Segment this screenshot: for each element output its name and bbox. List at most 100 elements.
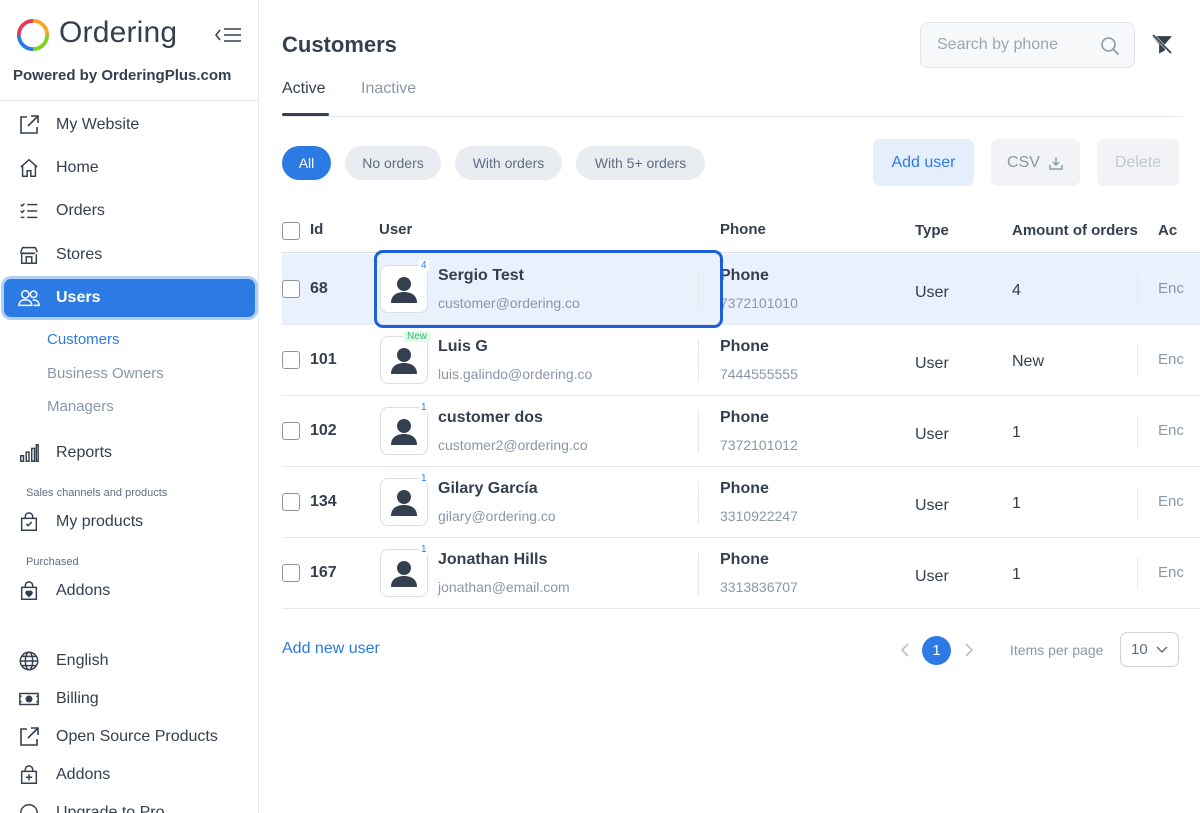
sidebar-item-label: Addons (56, 582, 111, 599)
table-header: Id User Phone Type Amount of orders Ac (282, 207, 1200, 253)
sidebar-item-label: Reports (56, 444, 113, 461)
user-type: User (915, 284, 949, 301)
sidebar-subitem-business-owners[interactable]: Business Owners (47, 365, 164, 382)
action-toggle[interactable]: Enc (1158, 351, 1184, 368)
sidebar-item-addons[interactable]: Addons (4, 572, 255, 610)
column-header-actions: Ac (1158, 222, 1178, 239)
search-icon[interactable] (1100, 36, 1120, 56)
column-header-amount-of-orders: Amount of orders (1012, 222, 1138, 239)
sidebar-item-label: Stores (56, 246, 103, 263)
column-header-user: User (379, 221, 413, 238)
sidebar-item-users[interactable]: Users (4, 279, 255, 317)
filter-chip-no-orders[interactable]: No orders (345, 146, 441, 180)
cash-icon (16, 686, 42, 712)
filter-chip-with-5-orders[interactable]: With 5+ orders (576, 146, 705, 180)
sidebar-item-label: Open Source Products (56, 728, 218, 745)
chevron-left-icon[interactable] (897, 640, 913, 660)
sidebar-item-orders[interactable]: Orders (4, 192, 255, 230)
sidebar: Ordering Powered by OrderingPlus.com My … (0, 0, 259, 813)
user-name: Luis G (438, 338, 488, 355)
sidebar-item-my-website[interactable]: My Website (4, 106, 255, 144)
users-icon (16, 285, 42, 311)
sidebar-item-upgrade[interactable]: Upgrade to Pro (4, 794, 255, 813)
action-toggle[interactable]: Enc (1158, 422, 1184, 439)
sidebar-item-addons-bottom[interactable]: Addons (4, 756, 255, 794)
user-id: 167 (310, 564, 337, 581)
phone-label: Phone (720, 551, 769, 568)
sidebar-item-stores[interactable]: Stores (4, 236, 255, 274)
filter-chip-all[interactable]: All (282, 146, 331, 180)
external-link-icon (16, 112, 42, 138)
active-tab-indicator (282, 113, 329, 116)
add-user-button[interactable]: Add user (873, 139, 974, 186)
add-new-user-link[interactable]: Add new user (282, 640, 380, 658)
globe-icon (16, 648, 42, 674)
brand-name: Ordering (59, 16, 178, 49)
row-checkbox[interactable] (282, 564, 300, 582)
filter-off-icon[interactable] (1150, 32, 1174, 56)
csv-export-button[interactable]: CSV (991, 139, 1080, 186)
column-divider (1137, 274, 1138, 306)
action-toggle[interactable]: Enc (1158, 493, 1184, 510)
column-header-id: Id (310, 221, 324, 238)
filter-chip-with-orders[interactable]: With orders (455, 146, 562, 180)
user-avatar-icon (391, 561, 417, 587)
sidebar-item-home[interactable]: Home (4, 149, 255, 187)
column-divider (1137, 558, 1138, 590)
sidebar-item-label: Users (56, 289, 101, 306)
sidebar-subitem-customers[interactable]: Customers (47, 331, 120, 348)
phone-label: Phone (720, 480, 769, 497)
sidebar-item-reports[interactable]: Reports (4, 434, 255, 472)
chevron-right-icon[interactable] (961, 640, 977, 660)
ordering-logo-icon (16, 18, 50, 52)
action-toggle[interactable]: Enc (1158, 564, 1184, 581)
user-id: 102 (310, 422, 337, 439)
csv-button-label: CSV (1007, 153, 1040, 171)
phone-value: 3310922247 (720, 508, 798, 524)
user-avatar-icon (391, 348, 417, 374)
avatar: 1 (380, 473, 429, 526)
table-row[interactable]: 167 1 Jonathan Hills jonathan@email.com … (282, 538, 1200, 609)
tab-inactive[interactable]: Inactive (361, 80, 416, 98)
items-per-page-select[interactable]: 10 (1120, 632, 1179, 667)
sidebar-item-label: Home (56, 159, 99, 176)
user-type: User (915, 497, 949, 514)
bag-heart-icon (16, 578, 42, 604)
select-all-checkbox[interactable] (282, 222, 300, 240)
orders-count-badge: 4 (419, 260, 429, 271)
column-divider (698, 410, 699, 453)
search-box[interactable] (920, 22, 1135, 68)
row-checkbox[interactable] (282, 493, 300, 511)
sidebar-subitem-managers[interactable]: Managers (47, 398, 114, 415)
external-link-icon (16, 724, 42, 750)
table-row[interactable]: 101 New Luis G luis.galindo@ordering.co … (282, 325, 1200, 396)
column-divider (698, 481, 699, 524)
collapse-menu-icon[interactable] (214, 24, 242, 46)
phone-value: 7372101012 (720, 437, 798, 453)
delete-button[interactable]: Delete (1097, 139, 1179, 186)
action-toggle[interactable]: Enc (1158, 280, 1184, 297)
tab-active[interactable]: Active (282, 80, 326, 98)
user-avatar-icon (391, 490, 417, 516)
sidebar-item-english[interactable]: English (4, 642, 255, 680)
row-checkbox[interactable] (282, 351, 300, 369)
search-input[interactable] (937, 36, 1097, 54)
brand[interactable]: Ordering (14, 14, 246, 58)
table-row[interactable]: 102 1 customer dos customer2@ordering.co… (282, 396, 1200, 467)
sidebar-divider (0, 100, 258, 101)
user-email: gilary@ordering.co (438, 508, 556, 524)
orders-amount: New (1012, 353, 1045, 370)
sidebar-item-my-products[interactable]: My products (4, 503, 255, 541)
powered-by-text: Powered by OrderingPlus.com (13, 67, 232, 84)
row-checkbox[interactable] (282, 280, 300, 298)
table-row[interactable]: 68 4 Sergio Test customer@ordering.co Ph… (282, 254, 1200, 325)
sidebar-item-label: Orders (56, 202, 105, 219)
page-number-current[interactable]: 1 (922, 636, 951, 665)
orders-amount: 1 (1012, 566, 1021, 583)
user-name: Gilary García (438, 480, 538, 497)
page-title: Customers (282, 32, 397, 57)
row-checkbox[interactable] (282, 422, 300, 440)
sidebar-item-billing[interactable]: Billing (4, 680, 255, 718)
sidebar-item-open-source-products[interactable]: Open Source Products (4, 718, 255, 756)
table-row[interactable]: 134 1 Gilary García gilary@ordering.co P… (282, 467, 1200, 538)
